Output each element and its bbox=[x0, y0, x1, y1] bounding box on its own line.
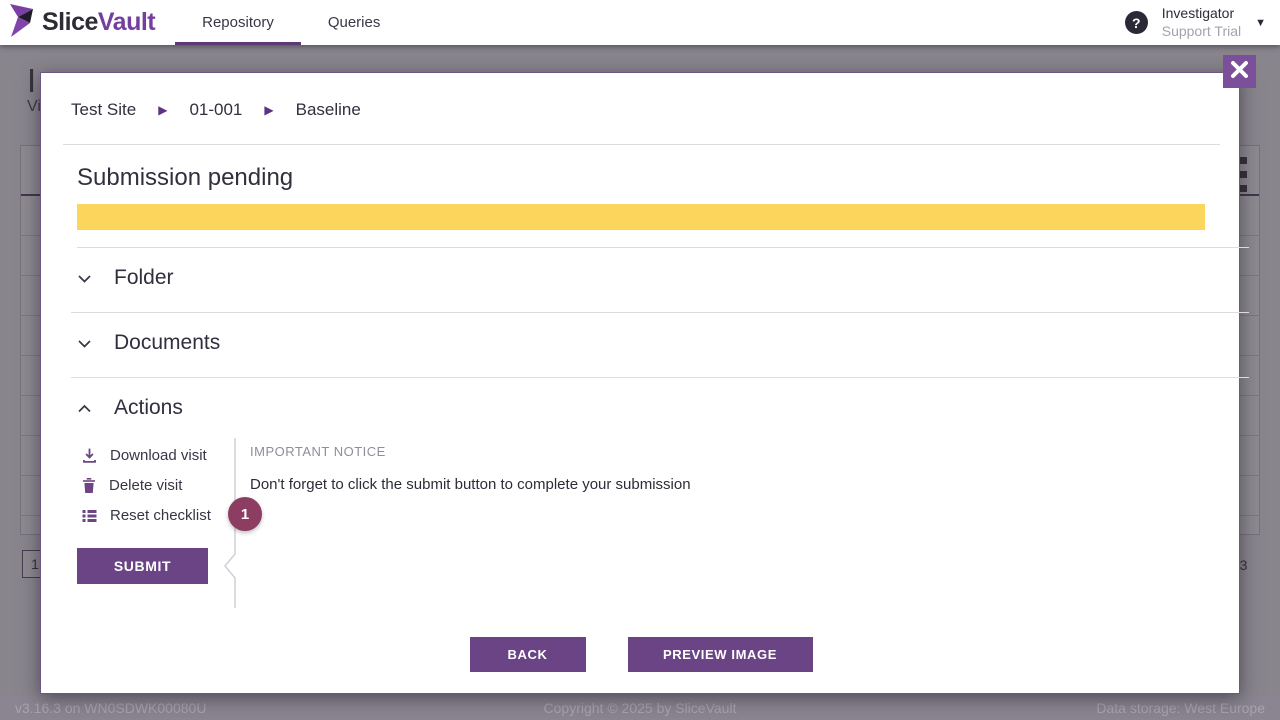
tab-queries[interactable]: Queries bbox=[301, 0, 408, 45]
delete-visit-label: Delete visit bbox=[109, 477, 182, 494]
help-glyph: ? bbox=[1132, 15, 1141, 31]
chevron-down-icon[interactable]: ▼ bbox=[1255, 17, 1266, 29]
user-menu[interactable]: Investigator Support Trial bbox=[1162, 5, 1241, 40]
chevron-down-icon bbox=[77, 273, 92, 284]
download-visit-link[interactable]: Download visit bbox=[81, 447, 207, 464]
nav-right-cluster: ? Investigator Support Trial ▼ bbox=[1125, 5, 1280, 40]
section-folder[interactable]: Folder bbox=[77, 266, 174, 290]
breadcrumb-arrow-icon: ▶ bbox=[158, 103, 167, 117]
back-button[interactable]: BACK bbox=[470, 637, 586, 672]
download-icon bbox=[81, 447, 98, 464]
brand-name: SliceVault bbox=[42, 8, 155, 37]
top-navbar: SliceVault Repository Queries ? Investig… bbox=[0, 0, 1280, 45]
breadcrumb-subject[interactable]: 01-001 bbox=[189, 100, 242, 120]
tab-repository[interactable]: Repository bbox=[175, 0, 301, 45]
chevron-up-icon bbox=[77, 403, 92, 414]
breadcrumb-arrow-icon: ▶ bbox=[264, 103, 273, 117]
notice-body: Don't forget to click the submit button … bbox=[250, 476, 1010, 493]
breadcrumb: Test Site ▶ 01-001 ▶ Baseline bbox=[71, 100, 361, 120]
help-icon[interactable]: ? bbox=[1125, 11, 1148, 34]
visit-submission-modal: Test Site ▶ 01-001 ▶ Baseline Submission… bbox=[40, 72, 1240, 694]
divider bbox=[71, 377, 1249, 378]
user-role-label: Investigator bbox=[1162, 5, 1241, 23]
brand-logo[interactable]: SliceVault bbox=[0, 2, 155, 43]
footer-datastorage-label: Data storage: West Europe bbox=[1096, 700, 1265, 716]
preview-image-button[interactable]: PREVIEW IMAGE bbox=[628, 637, 813, 672]
divider bbox=[71, 312, 1249, 313]
notice-title: IMPORTANT NOTICE bbox=[250, 444, 1010, 459]
user-trial-label: Support Trial bbox=[1162, 23, 1241, 41]
section-actions-label: Actions bbox=[114, 396, 183, 420]
trash-icon bbox=[81, 477, 97, 494]
submit-button[interactable]: SUBMIT bbox=[77, 548, 208, 584]
breadcrumb-visit[interactable]: Baseline bbox=[296, 100, 361, 120]
brand-name-secondary: Vault bbox=[98, 8, 155, 36]
brand-name-primary: Slice bbox=[42, 8, 98, 36]
tab-repository-label: Repository bbox=[202, 14, 274, 31]
checklist-icon bbox=[81, 508, 98, 524]
chevron-down-icon bbox=[77, 338, 92, 349]
close-button[interactable] bbox=[1223, 55, 1256, 88]
divider bbox=[63, 144, 1220, 145]
app-footer: v3.16.3 on WN0SDWK00080U Copyright © 202… bbox=[0, 695, 1280, 720]
download-visit-label: Download visit bbox=[110, 447, 207, 464]
pending-status-bar bbox=[77, 204, 1205, 230]
section-documents[interactable]: Documents bbox=[77, 331, 220, 355]
tab-queries-label: Queries bbox=[328, 14, 381, 31]
breadcrumb-site[interactable]: Test Site bbox=[71, 100, 136, 120]
main-nav-tabs: Repository Queries bbox=[175, 0, 407, 45]
section-documents-label: Documents bbox=[114, 331, 220, 355]
modal-footer-buttons: BACK PREVIEW IMAGE bbox=[41, 637, 1241, 672]
footer-version-label: v3.16.3 on WN0SDWK00080U bbox=[15, 700, 206, 716]
close-icon bbox=[1223, 53, 1256, 91]
important-notice: IMPORTANT NOTICE Don't forget to click t… bbox=[250, 444, 1010, 493]
divider bbox=[77, 247, 1249, 248]
section-actions[interactable]: Actions bbox=[77, 396, 183, 420]
footer-copyright-label: Copyright © 2025 by SliceVault bbox=[544, 700, 737, 716]
step-1-badge: 1 bbox=[228, 497, 262, 531]
reset-checklist-link[interactable]: Reset checklist bbox=[81, 507, 211, 524]
submission-status-title: Submission pending bbox=[77, 164, 293, 192]
slicevault-logo-icon bbox=[6, 2, 36, 43]
section-folder-label: Folder bbox=[114, 266, 174, 290]
reset-checklist-label: Reset checklist bbox=[110, 507, 211, 524]
delete-visit-link[interactable]: Delete visit bbox=[81, 477, 182, 494]
